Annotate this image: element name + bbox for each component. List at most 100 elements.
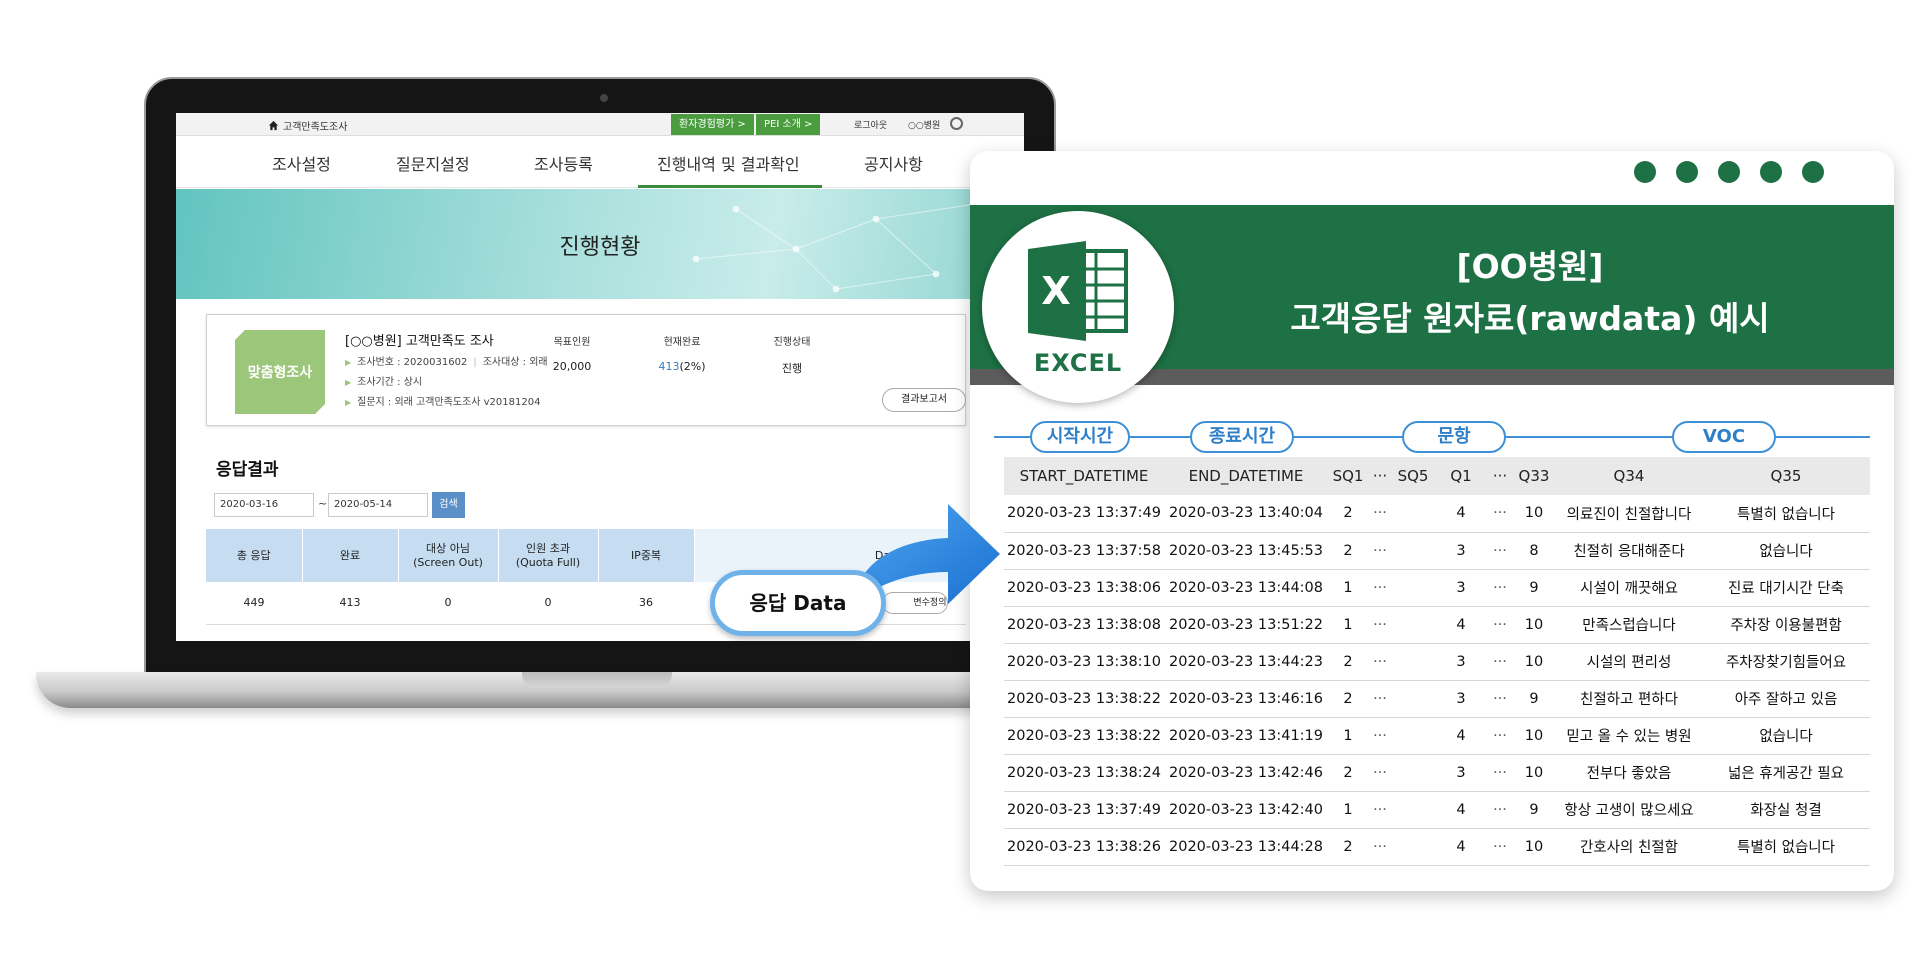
excel-logo-badge: X EXCEL [982,211,1174,403]
dot-icon [1802,161,1824,183]
survey-info-questionnaire: ▶ 질문지 : 외래 고객만족도조사 v20181204 [345,393,540,408]
table-cell [1392,754,1434,792]
table-cell [1392,791,1434,829]
table-cell: 2 [1328,495,1368,533]
result-report-button[interactable]: 결과보고서 [882,388,966,412]
table-cell: ··· [1488,495,1512,533]
page-banner: 진행현황 [176,189,1024,299]
nav-survey-settings[interactable]: 조사설정 [272,151,331,175]
table-cell: 9 [1512,569,1556,607]
nav-progress-results[interactable]: 진행내역 및 결과확인 [657,151,800,175]
category-questions: 문항 [1402,421,1506,453]
dot-icon [1676,161,1698,183]
table-cell: 2 [1328,532,1368,570]
survey-type-badge: 맞춤형조사 [235,330,325,414]
table-cell: 2020-03-23 13:38:26 [1004,828,1164,866]
bullet-icon: ▶ [345,358,352,367]
table-cell: ··· [1488,643,1512,681]
col-q-ellipsis: ··· [1488,457,1512,495]
date-from-input[interactable]: 2020-03-16 [214,493,314,517]
table-cell: 2020-03-23 13:44:28 [1164,828,1328,866]
table-cell: 친절히 응대해준다 [1556,532,1702,570]
screen-out-value: 0 [398,582,498,625]
pei-intro-button[interactable]: PEI 소개 > [756,114,821,135]
date-to-input[interactable]: 2020-05-14 [328,493,428,517]
dot-icon [1760,161,1782,183]
panel-title-line2: 고객응답 원자료(rawdata) 예시 [1290,299,1770,338]
response-data-callout: 응답 Data [710,570,886,636]
table-cell: 4 [1434,717,1488,755]
nav-survey-register[interactable]: 조사등록 [534,151,593,175]
main-nav: 조사설정 질문지설정 조사등록 진행내역 및 결과확인 공지사항 [176,136,1024,188]
table-cell: ··· [1488,717,1512,755]
table-cell: ··· [1488,791,1512,829]
table-row: 2020-03-23 13:38:06 2020-03-23 13:44:08 1 ·… [1004,569,1870,607]
home-link[interactable]: 고객만족도조사 [268,118,347,133]
table-cell: ··· [1368,643,1392,681]
status-value: 진행 [781,362,803,375]
table-cell: 항상 고생이 많으세요 [1556,791,1702,829]
table-row: 2020-03-23 13:37:58 2020-03-23 13:45:53 2 ·… [1004,532,1870,570]
gear-icon[interactable] [950,117,963,130]
table-cell: 1 [1328,717,1368,755]
table-cell: 친절하고 편하다 [1556,680,1702,718]
rawdata-header-row: START_DATETIME END_DATETIME SQ1 ··· SQ5 Q1 ···… [1004,457,1870,495]
table-cell: 아주 잘하고 있음 [1702,680,1870,718]
table-cell: 3 [1434,754,1488,792]
rawdata-panel: [OO병원] 고객응답 원자료(rawdata) 예시 X EXCEL 시작시간… [970,151,1894,891]
completed-count-label: 현재완료 [663,337,701,348]
table-cell: 진료 대기시간 단축 [1702,569,1870,607]
survey-info-number: ▶ 조사번호 : 2020031602 | 조사대상 : 외래 [345,353,548,368]
dot-icon [1634,161,1656,183]
col-end-datetime: END_DATETIME [1164,457,1328,495]
nav-notices[interactable]: 공지사항 [864,151,923,175]
laptop-notch [522,672,672,688]
table-cell: ··· [1488,569,1512,607]
table-cell: 10 [1512,754,1556,792]
rawdata-body: 2020-03-23 13:37:49 2020-03-23 13:40:04 2 ·… [1004,495,1870,866]
col-start-datetime: START_DATETIME [1004,457,1164,495]
table-cell: 2020-03-23 13:42:46 [1164,754,1328,792]
table-row: 2020-03-23 13:38:22 2020-03-23 13:41:19 1 ·… [1004,717,1870,755]
col-complete: 완료 [302,529,399,582]
nav-questionnaire-settings[interactable]: 질문지설정 [396,151,470,175]
table-cell [1392,495,1434,533]
col-q1: Q1 [1434,457,1488,495]
survey-title: [○○병원] 고객만족도 조사 [345,334,494,349]
table-cell: 2020-03-23 13:38:22 [1004,717,1164,755]
table-cell: 2020-03-23 13:38:08 [1004,606,1164,644]
quota-full-value: 0 [498,582,598,625]
col-total: 총 응답 [206,529,303,582]
table-row: 2020-03-23 13:38:08 2020-03-23 13:51:22 1 ·… [1004,606,1870,644]
table-cell: 2020-03-23 13:38:06 [1004,569,1164,607]
table-cell: 간호사의 친절함 [1556,828,1702,866]
category-end-time: 종료시간 [1190,421,1294,453]
logout-link[interactable]: 로그아웃 [854,118,887,131]
home-label: 고객만족도조사 [283,122,348,133]
table-cell: 시설의 편리성 [1556,643,1702,681]
panel-title: [OO병원] 고객응답 원자료(rawdata) 예시 [1190,241,1870,345]
status-label: 진행상태 [773,337,811,348]
table-cell: 4 [1434,791,1488,829]
table-cell [1392,717,1434,755]
table-row: 2020-03-23 13:38:24 2020-03-23 13:42:46 2 ·… [1004,754,1870,792]
table-cell: 3 [1434,643,1488,681]
table-cell: ··· [1368,680,1392,718]
table-cell: 2020-03-23 13:38:22 [1004,680,1164,718]
utility-bar: 고객만족도조사 환자경험평가 > PEI 소개 > 로그아웃 ○○병원 [176,113,1024,136]
table-cell: 만족스럽습니다 [1556,606,1702,644]
table-cell: 1 [1328,791,1368,829]
search-button[interactable]: 검색 [432,492,465,518]
table-row: 2020-03-23 13:37:49 2020-03-23 13:40:04 2 ·… [1004,495,1870,533]
table-cell: ··· [1488,754,1512,792]
completed-percent: (2%) [679,360,706,373]
table-cell: 2020-03-23 13:37:49 [1004,495,1164,533]
table-cell: 3 [1434,532,1488,570]
table-row: 2020-03-23 13:37:49 2020-03-23 13:42:40 1 ·… [1004,791,1870,829]
table-cell: ··· [1488,606,1512,644]
col-sq5: SQ5 [1392,457,1434,495]
patient-experience-button[interactable]: 환자경험평가 > [671,114,754,135]
table-cell: 특별히 없습니다 [1702,495,1870,533]
category-start-time: 시작시간 [1030,421,1130,453]
table-cell: 시설이 깨끗해요 [1556,569,1702,607]
